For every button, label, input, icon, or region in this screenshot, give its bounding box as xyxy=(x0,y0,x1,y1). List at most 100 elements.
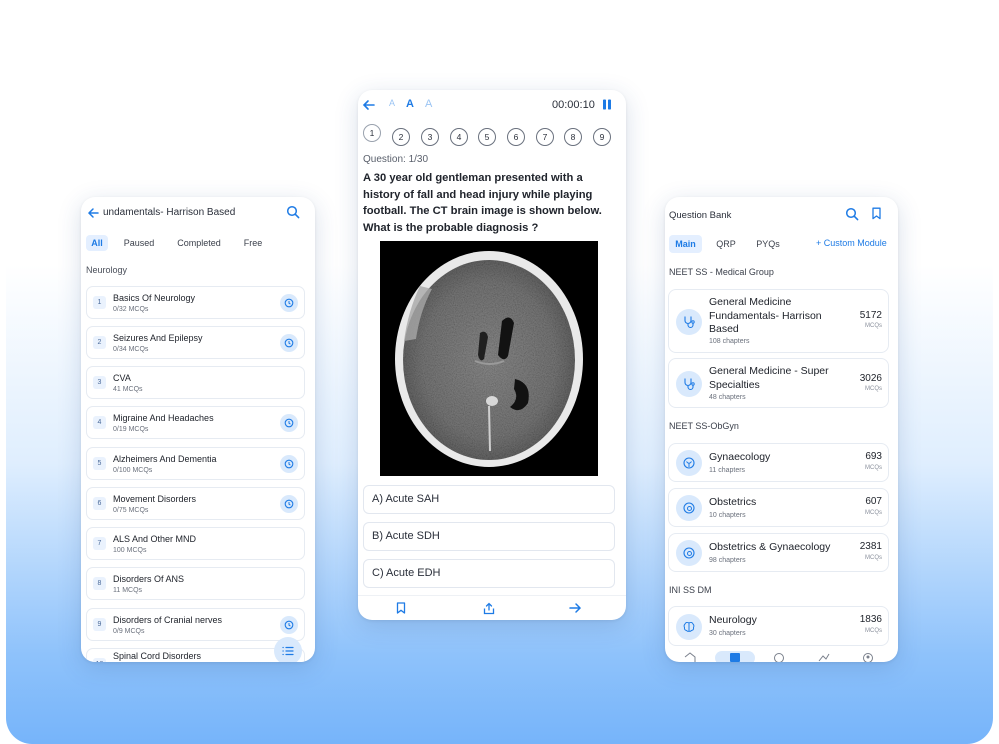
module-name: Gynaecology xyxy=(709,451,771,463)
profile-icon[interactable] xyxy=(862,652,874,662)
clock-icon[interactable] xyxy=(280,616,298,634)
option-a-button[interactable]: A) Acute SAH xyxy=(363,485,615,514)
group-title: NEET SS - Medical Group xyxy=(669,267,774,277)
next-arrow-icon[interactable] xyxy=(569,602,582,614)
chapter-item[interactable]: 8 Disorders Of ANS 11 MCQs xyxy=(86,567,305,600)
module-card[interactable]: Obstetrics 10 chapters 607 MCQs xyxy=(668,488,889,527)
module-mcq-unit: MCQs xyxy=(865,323,882,329)
uterus-icon xyxy=(676,450,702,476)
chapter-progress: 0/75 MCQs xyxy=(113,507,149,514)
filter-all[interactable]: All xyxy=(86,235,108,251)
bookmark-icon[interactable] xyxy=(871,207,882,220)
search-icon[interactable] xyxy=(845,207,859,221)
bottom-nav xyxy=(665,649,898,662)
share-icon[interactable] xyxy=(483,602,495,615)
home-icon[interactable] xyxy=(684,652,696,662)
chapter-progress: 11 MCQs xyxy=(113,587,143,594)
analytics-icon[interactable] xyxy=(818,652,830,662)
question-number-button[interactable]: 2 xyxy=(392,128,410,146)
tab-pyqs[interactable]: PYQs xyxy=(753,235,783,253)
chapter-item[interactable]: 6 Movement Disorders 0/75 MCQs xyxy=(86,487,305,520)
module-card[interactable]: General Medicine - Super Specialties 48 … xyxy=(668,358,889,408)
filter-paused[interactable]: Paused xyxy=(119,235,159,251)
question-number-button[interactable]: 5 xyxy=(478,128,496,146)
tab-qrp[interactable]: QRP xyxy=(710,235,742,253)
question-number-button[interactable]: 6 xyxy=(507,128,525,146)
question-bank-icon[interactable] xyxy=(729,652,741,662)
pregnancy-icon xyxy=(676,540,702,566)
search-icon[interactable] xyxy=(286,205,300,219)
chapter-progress: 0/100 MCQs xyxy=(113,467,153,474)
clock-icon[interactable] xyxy=(280,334,298,352)
chapter-name: ALS And Other MND xyxy=(113,534,197,544)
font-size-medium[interactable]: A xyxy=(406,98,414,110)
chapter-progress: 0/9 MCQs xyxy=(113,628,145,635)
chapter-number: 7 xyxy=(93,537,106,550)
tab-main[interactable]: Main xyxy=(669,235,702,253)
back-arrow-icon[interactable] xyxy=(87,207,99,219)
module-card[interactable]: Neurology 30 chapters 1836 MCQs xyxy=(668,606,889,646)
ct-brain-image xyxy=(380,241,598,476)
section-title: Neurology xyxy=(86,265,128,275)
custom-module-button[interactable]: + Custom Module xyxy=(816,238,887,248)
question-counter: Question: 1/30 xyxy=(363,154,429,165)
module-chapters: 10 chapters xyxy=(709,512,746,519)
module-card[interactable]: General Medicine Fundamentals- Harrison … xyxy=(668,289,889,353)
module-mcq-unit: MCQs xyxy=(865,510,882,516)
module-chapters: 30 chapters xyxy=(709,630,746,637)
chapter-progress: 100 MCQs xyxy=(113,547,147,554)
module-chapters: 98 chapters xyxy=(709,557,746,564)
clock-icon[interactable] xyxy=(280,294,298,312)
module-mcq-count: 2381 xyxy=(859,541,882,552)
chapter-number: 4 xyxy=(93,416,106,429)
chapter-item[interactable]: 7 ALS And Other MND 100 MCQs xyxy=(86,527,305,560)
clock-icon[interactable] xyxy=(280,414,298,432)
list-icon xyxy=(282,646,294,656)
chapter-name: Movement Disorders xyxy=(113,494,197,504)
chapter-item[interactable]: 3 CVA 41 MCQs xyxy=(86,366,305,399)
pregnancy-icon xyxy=(676,495,702,521)
filter-completed[interactable]: Completed xyxy=(170,235,228,251)
module-card[interactable]: Obstetrics & Gynaecology 98 chapters 238… xyxy=(668,533,889,572)
chapter-name: Seizures And Epilepsy xyxy=(113,333,203,343)
pause-icon[interactable] xyxy=(602,99,612,110)
question-screen: A A A 00:00:10 1 2 3 4 5 6 7 8 9 Questio… xyxy=(358,90,626,620)
list-menu-button[interactable] xyxy=(274,637,302,662)
chapter-number: 6 xyxy=(93,497,106,510)
chapter-number: 5 xyxy=(93,457,106,470)
chapter-name: Basics Of Neurology xyxy=(113,293,196,303)
clock-icon[interactable] xyxy=(280,495,298,513)
question-number-button[interactable]: 4 xyxy=(450,128,468,146)
option-c-button[interactable]: C) Acute EDH xyxy=(363,559,615,588)
chapter-item[interactable]: 1 Basics Of Neurology 0/32 MCQs xyxy=(86,286,305,319)
question-number-button[interactable]: 3 xyxy=(421,128,439,146)
module-mcq-count: 5172 xyxy=(859,310,882,321)
clock-icon[interactable] xyxy=(280,455,298,473)
chapter-item[interactable]: 2 Seizures And Epilepsy 0/34 MCQs xyxy=(86,326,305,359)
bookmark-icon[interactable] xyxy=(396,602,406,614)
question-number-button[interactable]: 7 xyxy=(536,128,554,146)
filter-free[interactable]: Free xyxy=(238,235,268,251)
chapter-item[interactable]: 5 Alzheimers And Dementia 0/100 MCQs xyxy=(86,447,305,480)
chapter-item[interactable]: 4 Migraine And Headaches 0/19 MCQs xyxy=(86,406,305,439)
module-name: General Medicine Fundamentals- Harrison … xyxy=(709,296,822,335)
module-chapters: 48 chapters xyxy=(709,394,746,401)
module-mcq-count: 1836 xyxy=(859,614,882,625)
test-icon[interactable] xyxy=(773,652,785,662)
chapter-item[interactable]: 10 Spinal Cord Disorders xyxy=(86,648,305,662)
chapter-item[interactable]: 9 Disorders of Cranial nerves 0/9 MCQs xyxy=(86,608,305,641)
font-size-small[interactable]: A xyxy=(389,98,395,108)
chapter-list-screen: undamentals- Harrison Based All Paused C… xyxy=(81,197,315,662)
question-text: A 30 year old gentleman presented with a… xyxy=(363,172,602,234)
chapter-number: 2 xyxy=(93,336,106,349)
question-number-button[interactable]: 8 xyxy=(564,128,582,146)
question-number-button[interactable]: 1 xyxy=(363,124,381,142)
module-mcq-unit: MCQs xyxy=(865,386,882,392)
question-number-button[interactable]: 9 xyxy=(593,128,611,146)
module-card[interactable]: Gynaecology 11 chapters 693 MCQs xyxy=(668,443,889,482)
back-arrow-icon[interactable] xyxy=(362,99,375,111)
option-b-button[interactable]: B) Acute SDH xyxy=(363,522,615,551)
chapter-name: CVA xyxy=(113,373,131,383)
chapter-progress: 0/19 MCQs xyxy=(113,426,149,433)
font-size-large[interactable]: A xyxy=(425,98,432,110)
